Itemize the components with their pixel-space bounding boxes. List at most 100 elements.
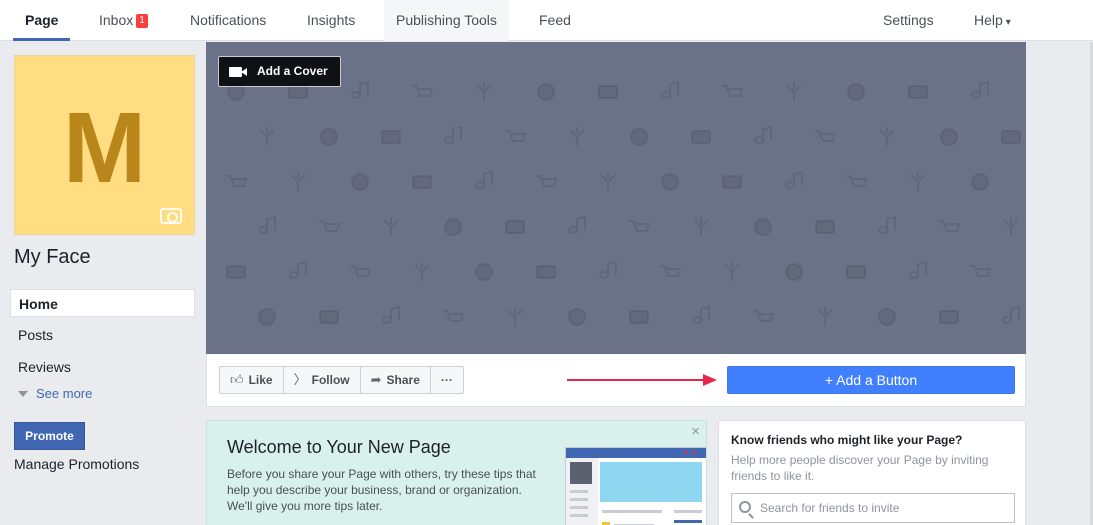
cover-doodle-icon [444,218,462,236]
cover-doodle-icon [289,260,307,279]
cover-doodle-icon [910,172,926,191]
welcome-body: Before you share your Page with others, … [227,467,536,513]
cover-doodle-icon [476,82,492,101]
see-more-link[interactable]: See more [18,386,92,401]
camera-icon[interactable] [160,208,182,224]
add-a-button[interactable]: + Add a Button [727,366,1015,394]
friend-search-input[interactable] [760,494,1010,522]
share-button[interactable]: ➦ Share [361,367,431,393]
page-name[interactable]: My Face [14,246,91,269]
tab-insights-label: Insights [307,12,356,28]
search-icon [739,501,751,513]
more-options-button[interactable]: ··· [431,367,463,393]
invite-friends-description: Help more people discover your Page by i… [731,453,989,483]
like-button[interactable]: 👍︎ Like [220,367,284,393]
cover-doodle-icon [630,128,648,146]
tab-notifications[interactable]: Notifications [190,0,266,41]
cover-doodle-icon [1002,305,1020,324]
inbox-badge: 1 [136,14,148,28]
cover-doodle-icon [381,130,401,144]
cover-doodle-icon [537,83,555,101]
illustration-dot [692,451,695,454]
cover-doodle-icon [908,85,928,99]
cover-doodle-icon [754,218,772,236]
close-icon[interactable]: × [691,423,700,440]
sidebar-item-posts[interactable]: Posts [10,321,195,349]
cover-doodle-icon [878,215,896,234]
invite-friends-title: Know friends who might like your Page? [731,433,963,447]
cover-doodle-icon [815,220,835,234]
cover-doodle-icon [692,305,710,324]
welcome-title: Welcome to Your New Page [227,437,451,457]
illustration-line [674,520,702,523]
tab-page-label: Page [25,12,59,28]
cover-doodle-icon [909,260,927,279]
cover-doodle-icon [971,80,989,99]
cover-doodle-icon [878,308,896,326]
triangle-down-icon [18,391,28,397]
tab-inbox[interactable]: Inbox 1 [99,0,148,41]
cover-doodle-icon [660,265,682,277]
sidebar-item-home[interactable]: Home [10,289,195,317]
cover-doodle-icon [661,173,679,191]
cover-doodle-icon [475,263,493,281]
cover-doodle-icon [815,130,837,142]
cover-doodle-icon [970,265,992,277]
cover-doodle-icon [598,85,618,99]
cover-doodle-icon [879,127,895,146]
tab-settings[interactable]: Settings [883,0,934,41]
cover-doodle-icon [351,80,369,99]
cover-doodle-icon [568,308,586,326]
cover-doodle-icon [350,265,372,277]
tab-publishing-tools[interactable]: Publishing Tools [384,0,509,41]
cover-doodle-icon [475,170,493,189]
add-cover-button[interactable]: Add a Cover [218,56,341,87]
rss-icon: 〉 [293,372,307,387]
cover-doodle-icon [846,265,866,279]
invite-friends-card: Know friends who might like your Page? H… [718,420,1026,525]
promote-button[interactable]: Promote [14,422,85,450]
page-tab-bar: Page Inbox 1 Notifications Insights Publi… [0,0,1093,41]
tab-insights[interactable]: Insights [307,0,355,41]
sidebar-item-reviews[interactable]: Reviews [10,353,195,381]
manage-promotions-link[interactable]: Manage Promotions [14,456,139,472]
cover-doodle-icon [382,305,400,324]
cover-doodle-icon [722,85,744,97]
profile-picture[interactable]: M [14,55,195,235]
add-cover-label: Add a Cover [257,64,328,78]
page-action-bar: 👍︎ Like 〉 Follow ➦ Share ··· + Add a Button [206,354,1026,407]
annotation-arrow [567,379,707,381]
cover-doodle-icon [693,217,709,236]
cover-doodle-icon [939,310,959,324]
tab-feed[interactable]: Feed [539,0,571,41]
illustration-line [570,514,588,517]
illustration-avatar [570,462,592,484]
cover-doodle-icon [785,263,803,281]
tab-page[interactable]: Page [13,0,71,41]
cover-doodle-icon [258,215,276,234]
cover-doodle-icon [226,265,246,279]
cover-photo-area: Add a Cover [206,42,1026,354]
cover-doodle-icon [939,220,961,232]
tab-publishing-tools-label: Publishing Tools [396,12,497,28]
tab-help[interactable]: Help ▾ [974,0,1011,41]
avatar-letter: M [62,92,147,204]
cover-doodle-icon [414,262,430,281]
illustration-cover [600,462,702,502]
cover-doodle-icon [226,175,248,187]
friend-search-box [731,493,1015,523]
illustration-line [602,510,662,513]
cover-doodle-icon [288,85,308,99]
cover-doodle-icon [536,175,558,187]
welcome-card: Welcome to Your New Page Before you shar… [206,420,707,525]
tab-inbox-label: Inbox [99,12,134,28]
cover-doodle-icon [505,220,525,234]
follow-button[interactable]: 〉 Follow [284,367,361,393]
chevron-down-icon: ▾ [1005,17,1011,28]
illustration-line [570,506,588,509]
cover-doodle-icon [443,310,465,322]
cover-doodle-icon [753,310,775,322]
tab-notifications-label: Notifications [190,12,267,28]
cover-doodle-icon [569,127,585,146]
cover-doodle-icon [319,220,341,232]
